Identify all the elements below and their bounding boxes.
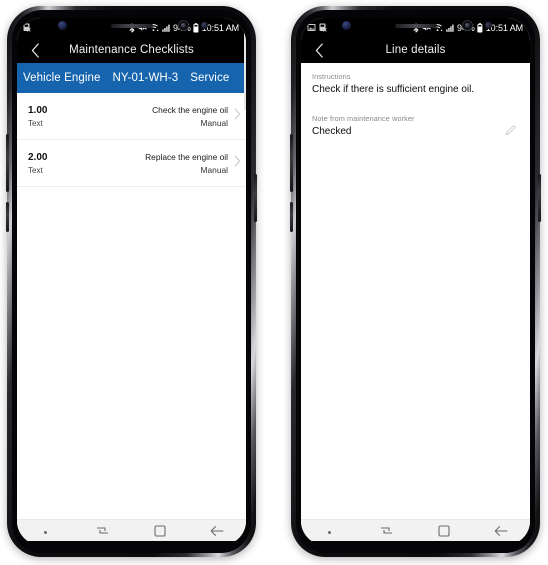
bixby-button-right[interactable] xyxy=(290,202,293,232)
row-right-column: Check the engine oil Manual xyxy=(152,105,228,128)
phone-bezel-left: 94% 10:51 AM Maintenance Checklists Vehi… xyxy=(12,10,251,553)
phone-chin-left xyxy=(17,541,251,549)
field-value-note: Checked xyxy=(312,125,352,137)
row-task-mode: Manual xyxy=(200,164,228,175)
back-chevron-icon[interactable] xyxy=(309,37,329,63)
mute-icon xyxy=(138,23,147,32)
field-value-instructions: Check if there is sufficient engine oil. xyxy=(312,84,475,95)
volume-button-left[interactable] xyxy=(6,134,9,192)
phone-chin-right xyxy=(301,541,535,549)
phone-screen-left: 94% 10:51 AM Maintenance Checklists Vehi… xyxy=(17,18,246,545)
power-button-left[interactable] xyxy=(254,174,257,222)
clock-label: 10:51 AM xyxy=(485,22,523,33)
row-task-title: Replace the engine oil xyxy=(145,151,228,162)
phone-device-left: 94% 10:51 AM Maintenance Checklists Vehi… xyxy=(6,6,257,557)
volume-button-right[interactable] xyxy=(290,134,293,192)
table-row[interactable]: 1.00 Text Check the engine oil Manual xyxy=(17,93,246,140)
multitask-icon xyxy=(380,524,393,542)
field-label-instructions: Instructions xyxy=(312,72,351,81)
back-arrow-icon xyxy=(494,524,508,542)
back-arrow-icon xyxy=(210,524,224,542)
dot-icon xyxy=(328,531,332,534)
field-note: Note from maintenance worker Checked xyxy=(312,114,519,139)
page-title: Maintenance Checklists xyxy=(69,44,194,56)
wifi-icon xyxy=(433,23,443,32)
bluetooth-icon xyxy=(413,23,419,33)
multitask-icon xyxy=(96,524,109,542)
row-line-type: Text xyxy=(28,118,43,128)
pencil-icon[interactable] xyxy=(504,123,518,137)
row-line-number: 2.00 xyxy=(28,151,48,163)
row-task-title: Check the engine oil xyxy=(152,104,228,115)
row-right-column: Replace the engine oil Manual xyxy=(145,152,228,175)
context-header-bar: Vehicle Engine NY-01-WH-3 Service xyxy=(17,63,246,93)
status-bar-left-icons-right xyxy=(307,23,327,32)
status-bar-left: 94% 10:51 AM xyxy=(17,18,246,37)
field-label-note: Note from maintenance worker xyxy=(312,113,415,123)
row-task-mode: Manual xyxy=(200,117,228,128)
chevron-right-icon[interactable] xyxy=(234,154,241,172)
app-title-bar-right: Line details xyxy=(301,37,530,63)
clock-label: 10:51 AM xyxy=(201,22,239,33)
bixby-button-left[interactable] xyxy=(6,202,9,232)
back-chevron-icon[interactable] xyxy=(25,37,45,63)
battery-icon xyxy=(477,22,483,33)
phone-device-right: 94% 10:51 AM Line details Instructions C… xyxy=(290,6,541,557)
status-bar-right-left: 94% 10:51 AM xyxy=(129,23,239,33)
battery-percent-label: 94% xyxy=(173,22,191,33)
battery-icon xyxy=(193,22,199,33)
row-left-column: 2.00 Text xyxy=(28,152,47,175)
context-item-asset-id[interactable]: NY-01-WH-3 xyxy=(113,72,179,84)
page-title: Line details xyxy=(385,44,446,56)
status-bar-right: 94% 10:51 AM xyxy=(301,18,530,37)
phone-screen-right: 94% 10:51 AM Line details Instructions C… xyxy=(301,18,530,545)
screenshot-icon xyxy=(307,23,316,32)
power-button-right[interactable] xyxy=(538,174,541,222)
wifi-icon xyxy=(149,23,159,32)
status-bar-right-right: 94% 10:51 AM xyxy=(413,23,523,33)
table-row[interactable]: 2.00 Text Replace the engine oil Manual xyxy=(17,140,246,187)
dot-icon xyxy=(44,531,48,534)
battery-percent-label: 94% xyxy=(457,22,475,33)
screenshot-stage: 94% 10:51 AM Maintenance Checklists Vehi… xyxy=(0,0,548,565)
app-title-bar-left: Maintenance Checklists xyxy=(17,37,246,63)
signal-bars-icon xyxy=(161,23,171,32)
home-square-icon xyxy=(154,524,166,542)
row-line-type: Text xyxy=(28,165,43,175)
line-details-body: Instructions Check if there is sufficien… xyxy=(301,63,530,519)
chevron-right-icon[interactable] xyxy=(234,107,241,125)
status-bar-left-icons-left xyxy=(23,23,31,32)
context-item-vehicle[interactable]: Vehicle Engine xyxy=(23,72,101,84)
home-square-icon xyxy=(438,524,450,542)
phone-bezel-right: 94% 10:51 AM Line details Instructions C… xyxy=(296,10,535,553)
field-instructions: Instructions Check if there is sufficien… xyxy=(312,72,519,97)
app-notification-icon xyxy=(319,23,327,32)
row-line-number: 1.00 xyxy=(28,104,48,116)
checklist-list: 1.00 Text Check the engine oil Manual 2.… xyxy=(17,18,246,519)
context-item-service[interactable]: Service xyxy=(190,72,229,84)
list-scrollbar[interactable] xyxy=(244,18,246,110)
signal-bars-icon xyxy=(445,23,455,32)
bluetooth-icon xyxy=(129,23,135,33)
app-notification-icon xyxy=(23,23,31,32)
row-left-column: 1.00 Text xyxy=(28,105,47,128)
mute-icon xyxy=(422,23,431,32)
